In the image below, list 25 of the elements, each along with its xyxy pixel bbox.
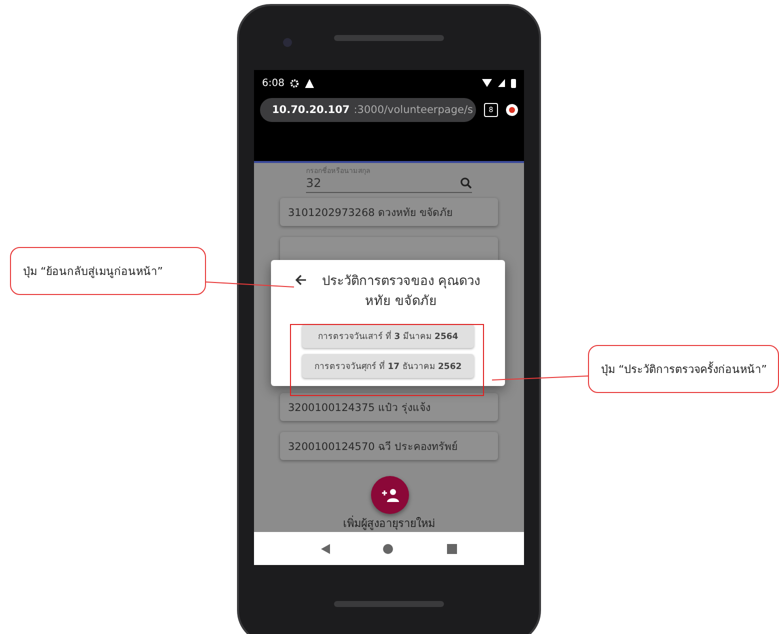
back-arrow-icon: [295, 274, 307, 286]
back-nav-icon[interactable]: [320, 544, 330, 554]
add-person-label: เพิ่มผู้สูงอายุรายใหม่: [342, 514, 436, 532]
person-row[interactable]: 3200100124375 แป๋ว รุ่งแจ้ง: [280, 393, 498, 421]
wifi-icon: [482, 79, 492, 87]
gear-icon: [290, 78, 300, 88]
battery-icon: [511, 78, 516, 88]
back-button[interactable]: [295, 274, 307, 286]
camera-dot: [283, 38, 292, 47]
warning-icon: [305, 78, 314, 88]
status-time: 6:08: [262, 78, 284, 88]
add-person-button[interactable]: [371, 476, 409, 514]
signal-icon: [498, 79, 505, 87]
person-row[interactable]: 3101202973268 ดวงหทัย ขจัดภัย: [280, 198, 498, 226]
exam-date-button[interactable]: การตรวจวันเสาร์ ที่ 3 มีนาคม 2564: [302, 324, 474, 348]
person-row[interactable]: 3200100124570 ฉวี ประคองทรัพย์: [280, 432, 498, 460]
search-icon[interactable]: [460, 177, 472, 189]
home-nav-icon[interactable]: [383, 544, 394, 554]
dialog-title: ประวัติการตรวจของ คุณดวงหทัย ขจัดภัย: [320, 273, 482, 311]
address-bar[interactable]: 10.70.20.107 :3000/volunteerpage/s: [260, 98, 476, 122]
callout-note: ปุ่ม “ย้อนกลับสู่เมนูก่อนหน้า”: [10, 247, 206, 295]
exam-date-button[interactable]: การตรวจวันศุกร์ ที่ 17 ธันวาคม 2562: [302, 354, 474, 378]
recents-nav-icon[interactable]: [447, 544, 458, 554]
add-person-icon: [381, 488, 399, 502]
callout-note: ปุ่ม “ประวัติการตรวจครั้งก่อนหน้า”: [588, 345, 779, 393]
